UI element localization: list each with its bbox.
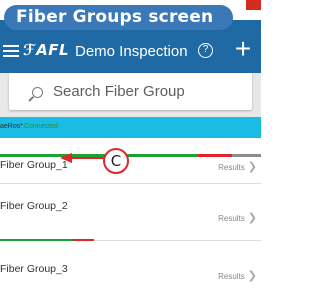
results-label: Results (218, 214, 245, 223)
menu-icon[interactable] (3, 45, 19, 57)
search-icon (32, 87, 43, 98)
results-link[interactable]: Results ❯ (218, 160, 257, 173)
group-name: Fiber Group_1 (0, 159, 68, 171)
list-item-fiber-group-3[interactable]: Fiber Group_3 Results ❯ (0, 241, 261, 301)
group-name: Fiber Group_2 (0, 200, 68, 212)
add-icon[interactable]: + (232, 35, 254, 63)
search-input[interactable] (53, 79, 243, 103)
progress-pending (232, 154, 261, 157)
results-link[interactable]: Results ❯ (218, 269, 257, 282)
chevron-right-icon: ❯ (247, 270, 257, 282)
progress-bar (0, 154, 261, 157)
progress-fail (198, 154, 232, 157)
chevron-right-icon: ❯ (247, 212, 257, 224)
status-text: aeRos*Connected (0, 123, 58, 130)
results-label: Results (218, 163, 245, 172)
help-icon[interactable]: ? (198, 43, 213, 58)
results-label: Results (218, 272, 245, 281)
callout-badge: C (103, 148, 129, 174)
brand-text: AFL (36, 41, 70, 59)
callout-title: Fiber Groups screen (4, 5, 233, 30)
chevron-right-icon: ❯ (247, 161, 257, 173)
group-name: Fiber Group_3 (0, 263, 68, 275)
search-box[interactable] (9, 73, 252, 110)
results-link[interactable]: Results ❯ (218, 211, 257, 224)
status-bar: aeRos*Connected (0, 117, 261, 138)
list-item-fiber-group-2[interactable]: Fiber Group_2 Results ❯ (0, 184, 261, 242)
status-label: aeRos* (0, 123, 23, 130)
red-corner-decoration (246, 0, 261, 10)
brand-symbol: ℱ (23, 41, 36, 59)
list-item-fiber-group-1[interactable]: Fiber Group_1 Results ❯ (0, 138, 261, 184)
status-sub: Connected (23, 123, 58, 130)
page-title: Demo Inspection (75, 43, 188, 60)
brand-logo: ℱAFL (23, 41, 69, 59)
